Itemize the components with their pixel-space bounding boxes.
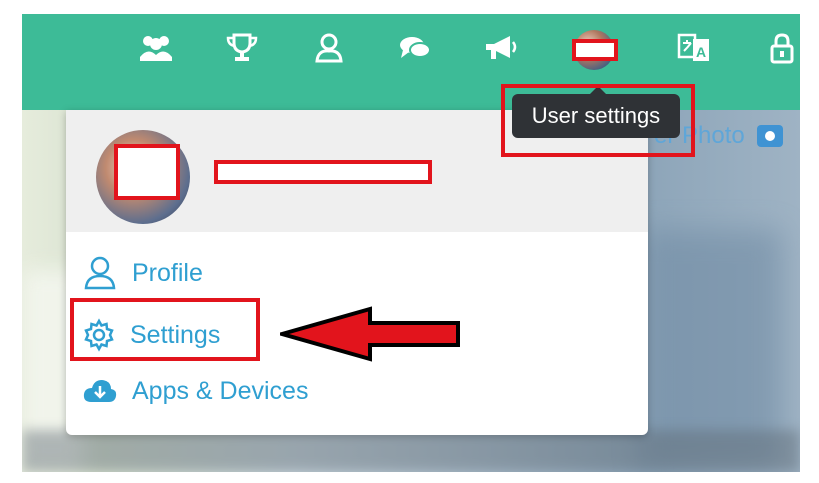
trophy-icon[interactable] <box>222 28 262 68</box>
svg-text:A: A <box>696 44 706 60</box>
lock-icon[interactable] <box>762 28 800 68</box>
camera-icon <box>756 125 783 147</box>
redaction-box <box>572 39 618 61</box>
user-icon <box>84 256 116 290</box>
cloud-download-icon <box>83 380 117 402</box>
app-window: A er Photo Profile Settings Apps & Devic… <box>22 14 800 472</box>
redaction-box <box>214 160 432 184</box>
annotation-box-tooltip <box>501 84 695 157</box>
menu-item-apps-devices[interactable]: Apps & Devices <box>82 376 308 406</box>
translate-icon[interactable]: A <box>674 28 714 68</box>
annotation-box-settings <box>70 298 260 361</box>
people-icon[interactable] <box>136 28 176 68</box>
menu-item-profile[interactable]: Profile <box>82 256 203 290</box>
chat-icon[interactable] <box>395 28 435 68</box>
megaphone-icon[interactable] <box>481 28 521 68</box>
menu-item-label: Profile <box>132 258 203 287</box>
user-outline-icon[interactable] <box>309 28 349 68</box>
user-dropdown-menu: Profile Settings Apps & Devices <box>66 110 648 435</box>
redaction-box <box>114 144 180 200</box>
annotation-arrow <box>280 306 460 362</box>
menu-item-label: Apps & Devices <box>132 376 309 405</box>
